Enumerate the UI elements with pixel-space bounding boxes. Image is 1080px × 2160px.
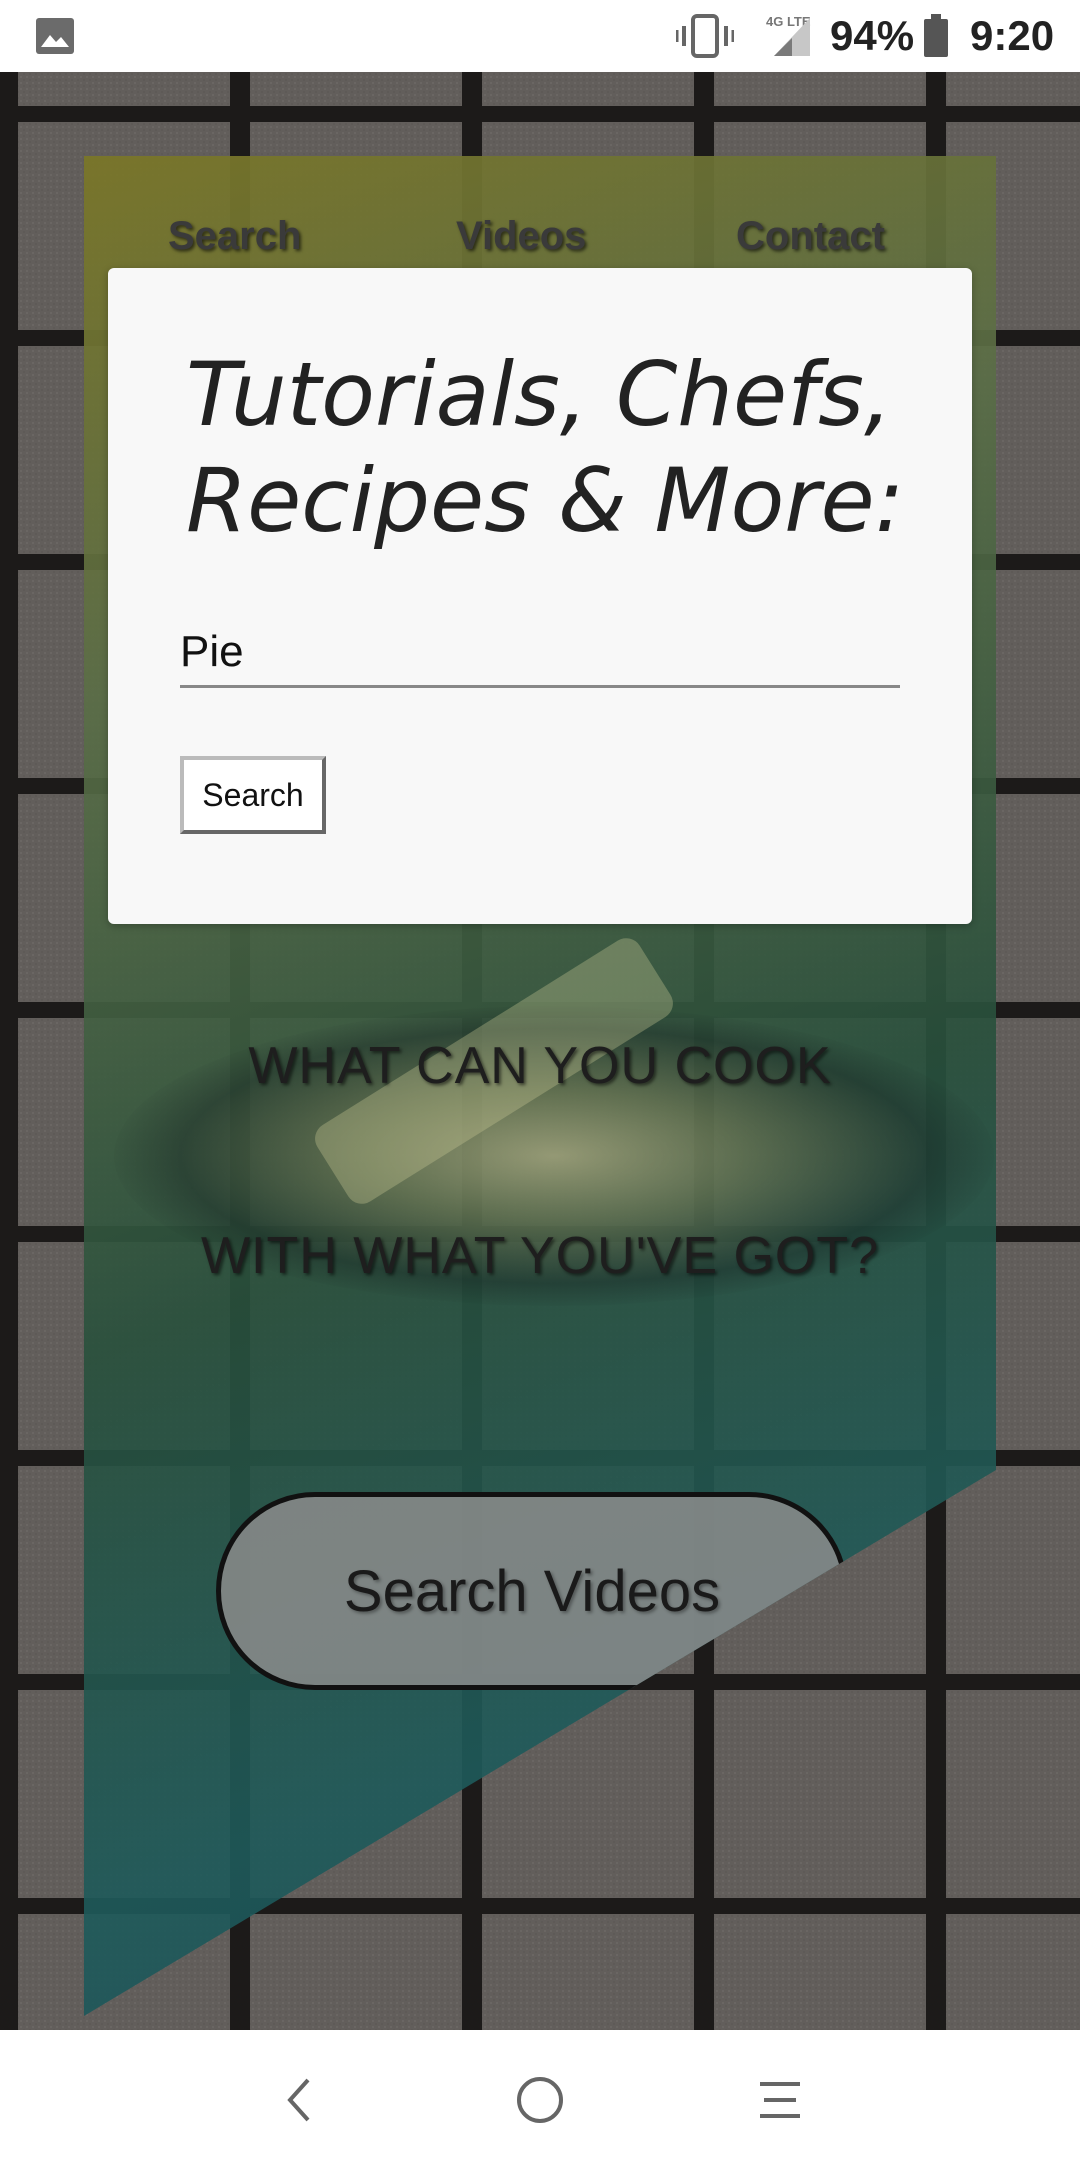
tagline-line1: WHAT CAN YOU COOK — [248, 1037, 832, 1095]
battery-percent: 94% — [830, 12, 915, 59]
signal-icon: 4G LTE — [766, 14, 811, 56]
menu-icon[interactable] — [750, 2070, 810, 2130]
tagline-line2: WITH WHAT YOU'VE GOT? — [200, 1227, 880, 1285]
nav-search[interactable]: Search — [168, 214, 301, 259]
nav-contact[interactable]: Contact — [736, 214, 885, 259]
vibrate-icon — [676, 14, 734, 58]
hero-nav: Search Videos Contact — [84, 214, 996, 274]
clock: 9:20 — [970, 12, 1055, 59]
home-icon[interactable] — [510, 2070, 570, 2130]
modal-heading: Tutorials, Chefs, Recipes & More: — [186, 343, 905, 552]
status-bar: 4G LTE 94% 9:20 — [0, 0, 1080, 72]
search-input[interactable] — [180, 618, 900, 688]
battery-icon — [924, 14, 948, 57]
back-icon[interactable] — [270, 2070, 330, 2130]
search-modal: Tutorials, Chefs, Recipes & More: Search — [108, 268, 972, 924]
gallery-icon — [36, 18, 74, 54]
search-button[interactable]: Search — [180, 756, 326, 834]
nav-videos[interactable]: Videos — [456, 214, 586, 259]
system-nav-bar — [0, 2030, 1080, 2160]
